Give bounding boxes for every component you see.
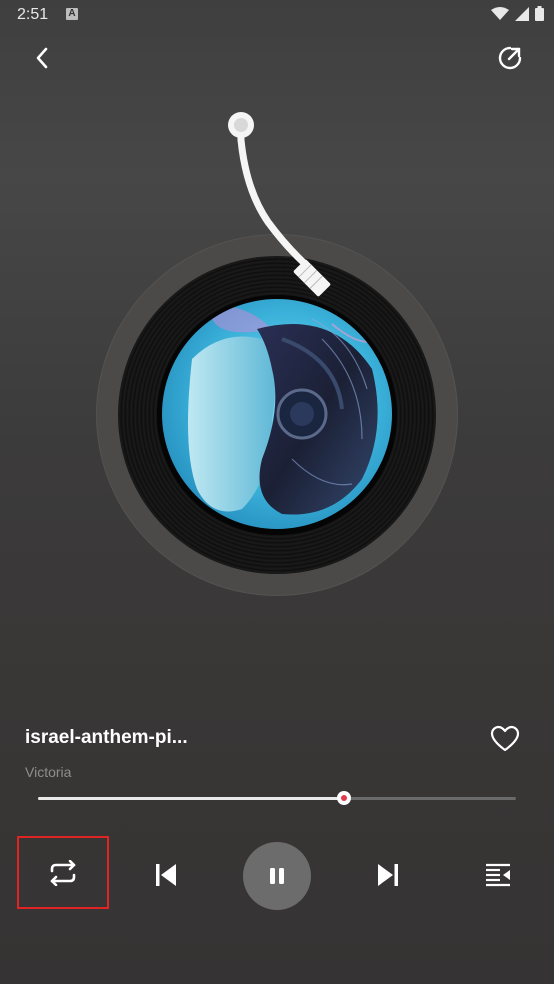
repeat-icon bbox=[50, 859, 76, 886]
favorite-button[interactable] bbox=[486, 720, 524, 758]
next-button[interactable] bbox=[368, 855, 408, 895]
song-artist: Victoria bbox=[25, 764, 72, 780]
tonearm bbox=[228, 112, 331, 297]
playlist-icon bbox=[486, 863, 510, 887]
heart-outline-icon bbox=[490, 725, 520, 752]
pause-icon bbox=[270, 868, 284, 884]
turntable bbox=[0, 0, 554, 640]
play-pause-button[interactable] bbox=[243, 842, 311, 910]
song-title: israel-anthem-pi... bbox=[25, 727, 188, 748]
progress-thumb[interactable] bbox=[336, 791, 351, 805]
repeat-button[interactable] bbox=[17, 836, 109, 909]
progress-fill bbox=[38, 797, 344, 800]
progress-slider[interactable] bbox=[38, 791, 516, 805]
queue-button[interactable] bbox=[478, 855, 518, 895]
previous-button[interactable] bbox=[146, 855, 186, 895]
skip-next-icon bbox=[378, 864, 398, 886]
skip-previous-icon bbox=[156, 864, 176, 886]
